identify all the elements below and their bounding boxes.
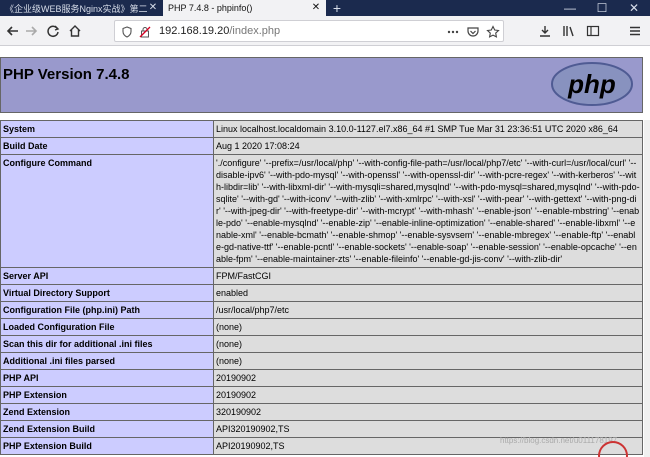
minimize-icon: — (564, 1, 576, 15)
table-row: PHP API 20190902 (0, 369, 643, 387)
arrow-right-icon (26, 26, 38, 36)
row-value: 20190902 (213, 386, 643, 404)
close-window-button[interactable]: ✕ (618, 0, 650, 16)
downloads-button[interactable] (536, 22, 554, 40)
close-icon: ✕ (628, 1, 640, 15)
row-value: Aug 1 2020 17:08:24 (213, 137, 643, 155)
maximize-icon: ☐ (596, 1, 608, 15)
table-row: Configuration File (php.ini) Path/usr/lo… (0, 301, 643, 319)
php-logo: php (551, 62, 633, 106)
table-row: System Linux localhost.localdomain 3.10.0… (0, 120, 643, 138)
table-row: PHP Extension 20190902 (0, 386, 643, 404)
forward-button[interactable] (22, 22, 40, 40)
maximize-button[interactable]: ☐ (586, 0, 618, 16)
url-text[interactable]: 192.168.19.20/index.php (159, 25, 280, 37)
table-row: Loaded Configuration File (none) (0, 318, 643, 336)
star-bookmark-icon[interactable] (485, 24, 501, 40)
row-value: (none) (213, 335, 643, 353)
library-icon (563, 26, 574, 37)
row-key: Virtual Directory Support (0, 284, 214, 302)
plus-icon: + (332, 0, 342, 16)
insecure-lock-icon[interactable] (137, 24, 153, 40)
row-value: API320190902,TS (213, 420, 643, 438)
table-row: Build Date Aug 1 2020 17:08:24 (0, 137, 643, 155)
tab-phpinfo[interactable]: PHP 7.4.8 - phpinfo() ✕ (163, 0, 326, 16)
url-path: /index.php (229, 25, 281, 37)
row-value: './configure' '--prefix=/usr/local/php' … (213, 154, 643, 268)
pocket-icon[interactable] (465, 24, 481, 40)
row-key: PHP Extension (0, 386, 214, 404)
row-value: 20190902 (213, 369, 643, 387)
shield-icon[interactable] (119, 24, 135, 40)
watermark-text: https://blog.csdn.net/u011178197 (500, 436, 618, 445)
row-key: Loaded Configuration File (0, 318, 214, 336)
tab-strip: 《企业级WEB服务Nginx实战》第二 ✕ PHP 7.4.8 - phpinf… (0, 0, 650, 16)
row-value: enabled (213, 284, 643, 302)
home-button[interactable] (66, 22, 84, 40)
row-key: Configuration File (php.ini) Path (0, 301, 214, 319)
table-row: Virtual Directory Support enabled (0, 284, 643, 302)
row-key: System (0, 120, 214, 138)
row-key: Server API (0, 267, 214, 285)
page-content: PHP Version 7.4.8 php System Linux localh… (0, 47, 650, 457)
page-title: PHP Version 7.4.8 (3, 66, 130, 83)
close-icon[interactable]: ✕ (148, 3, 158, 13)
sidebar-button[interactable] (584, 22, 602, 40)
table-row: Configure Command './configure' '--prefix… (0, 154, 643, 268)
arrow-left-icon (6, 26, 18, 36)
back-button[interactable] (4, 22, 22, 40)
row-key: Build Date (0, 137, 214, 155)
phpinfo-header: PHP Version 7.4.8 php (0, 57, 643, 113)
tab-label: 《企业级WEB服务Nginx实战》第二 (5, 3, 148, 14)
new-tab-button[interactable]: + (326, 0, 348, 16)
window-controls: — ☐ ✕ (554, 0, 650, 16)
php-logo-text: php (567, 69, 616, 99)
row-key: PHP Extension Build (0, 437, 214, 455)
close-icon[interactable]: ✕ (311, 3, 321, 13)
row-key: PHP API (0, 369, 214, 387)
row-key: Configure Command (0, 154, 214, 268)
address-bar[interactable]: 192.168.19.20/index.php (114, 20, 504, 42)
table-row: Zend Extension Build API320190902,TS (0, 420, 643, 438)
navigation-toolbar: 192.168.19.20/index.php (0, 16, 650, 46)
scrollbar[interactable] (644, 120, 650, 457)
home-icon (69, 25, 81, 37)
tab-nginx-article[interactable]: 《企业级WEB服务Nginx实战》第二 ✕ (0, 0, 163, 16)
download-icon (540, 26, 550, 37)
table-row: Scan this dir for additional .ini files(… (0, 335, 643, 353)
url-host: 192.168.19.20 (159, 25, 230, 37)
row-key: Additional .ini files parsed (0, 352, 214, 370)
reload-button[interactable] (44, 22, 62, 40)
hamburger-menu-icon (630, 26, 640, 36)
row-value: (none) (213, 352, 643, 370)
menu-button[interactable] (626, 22, 644, 40)
table-row: Server API FPM/FastCGI (0, 267, 643, 285)
phpinfo-table: System Linux localhost.localdomain 3.10.0… (0, 120, 643, 455)
page-actions-icon[interactable] (445, 24, 461, 40)
row-value: 320190902 (213, 403, 643, 421)
row-key: Zend Extension (0, 403, 214, 421)
library-button[interactable] (560, 22, 578, 40)
table-row: Additional .ini files parsed (none) (0, 352, 643, 370)
row-key: Scan this dir for additional .ini files (0, 335, 214, 353)
row-value: /usr/local/php7/etc (213, 301, 643, 319)
row-value: Linux localhost.localdomain 3.10.0-1127.… (213, 120, 643, 138)
row-key: Zend Extension Build (0, 420, 214, 438)
table-row: Zend Extension 320190902 (0, 403, 643, 421)
tab-label: PHP 7.4.8 - phpinfo() (168, 3, 253, 13)
reload-icon (47, 25, 60, 38)
minimize-button[interactable]: — (554, 0, 586, 16)
row-value: (none) (213, 318, 643, 336)
row-value: FPM/FastCGI (213, 267, 643, 285)
sidebar-icon (586, 25, 600, 37)
